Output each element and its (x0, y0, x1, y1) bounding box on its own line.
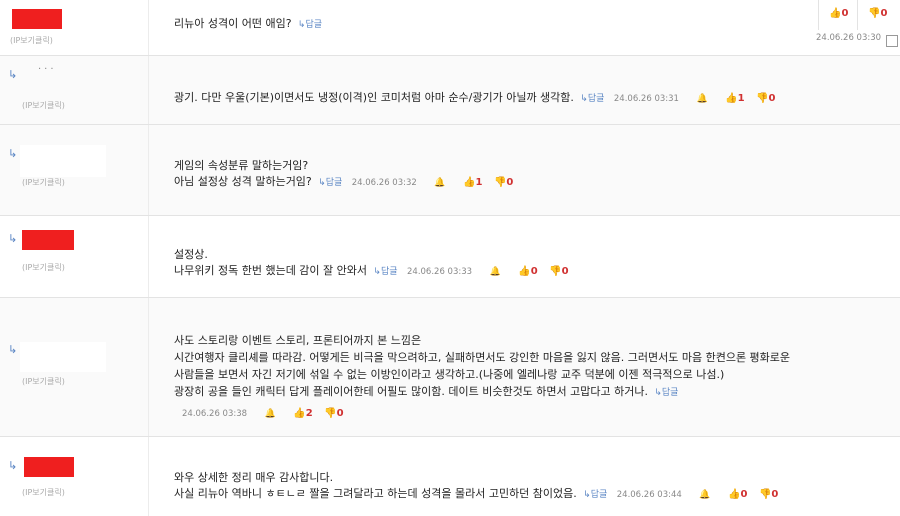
dislike-count: 0 (561, 266, 569, 277)
thumbs-up-icon[interactable]: 👍 (725, 93, 737, 104)
thumbs-down-icon[interactable]: 👎 (549, 266, 561, 277)
bell-icon[interactable]: 🔔 (490, 267, 501, 277)
reply-indent-arrow-icon: ↳ (8, 459, 18, 472)
comment-row: ↳ (IP보기클릭) 사도 스토리랑 이벤트 스토리, 프론티어까지 본 느낌은… (0, 298, 900, 437)
reply-indent-arrow-icon: ↳ (8, 343, 18, 356)
bell-icon[interactable]: 🔔 (434, 178, 445, 188)
comment-author-area: ↳ (IP보기클릭) (0, 216, 149, 297)
comment-text-line: 시간여행자 클리셰를 따라감. 어떻게든 비극을 막으려하고, 실패하면서도 강… (174, 351, 791, 364)
comment-date: 24.06.26 03:32 (351, 178, 417, 188)
comment-author-area: ↳ (IP보기클릭) (0, 125, 149, 215)
comment-row: ↳ (IP보기클릭) 설정상. 나무위키 정독 한번 했는데 감이 잘 안와서 … (0, 216, 900, 298)
comment-date: 24.06.26 03:33 (407, 267, 473, 277)
comment-text-line: 광장히 공을 들인 캐릭터 답게 플레이어한테 어필도 많이함. 데이트 비슷한… (174, 385, 648, 398)
comment-text-line: 설정상. (174, 248, 208, 261)
dislike-count: 0 (880, 8, 888, 19)
reply-button[interactable]: ↳답글 (315, 178, 342, 188)
bell-icon[interactable]: 🔔 (696, 94, 707, 104)
comment-date: 24.06.26 03:44 (616, 490, 682, 500)
reply-button[interactable]: ↳답글 (580, 490, 607, 500)
bell-icon[interactable]: 🔔 (265, 409, 276, 419)
reply-button[interactable]: ↳답글 (295, 20, 322, 30)
comment-text-line: 게임의 속성분류 말하는거임? (174, 159, 309, 172)
like-count: 1 (475, 177, 483, 188)
ip-view-link[interactable]: (IP보기클릭) (10, 35, 53, 46)
bell-icon[interactable]: 🔔 (699, 490, 710, 500)
like-count: 2 (305, 408, 313, 419)
comment-text-line: 사람들을 보면서 자긴 저기에 섞일 수 없는 이방인이라고 생각하고.(나중에… (174, 368, 725, 381)
thumbs-up-icon: 👍 (829, 8, 842, 19)
dislike-count: 0 (768, 93, 776, 104)
comment-text-line: 나무위키 정독 한번 했는데 감이 잘 안와서 (174, 264, 368, 277)
comment-row: ↳ (IP보기클릭) 게임의 속성분류 말하는거임? 아님 설정상 성격 말하는… (0, 125, 900, 216)
redacted-nickname (24, 457, 74, 477)
dislike-box[interactable]: 👎0 (857, 0, 900, 30)
comment-author-area: (IP보기클릭) (0, 0, 149, 55)
comment-text: 광기. 다만 우울(기본)이면서도 냉정(이격)인 코미처럼 아마 순수/광기가… (174, 91, 574, 104)
comment-text-line: 사실 리뉴아 역바니 ㅎㅌㄴㄹ 짤을 그려달라고 하는데 성격을 몰라서 고민하… (174, 487, 577, 500)
ip-view-link[interactable]: (IP보기클릭) (22, 262, 65, 273)
comment-row: (IP보기클릭) 리뉴아 성격이 어떤 애임? ↳답글 👍0 👎0 24.06.… (0, 0, 900, 56)
comment-text: 리뉴아 성격이 어떤 애임? (174, 17, 292, 30)
comment-content: 게임의 속성분류 말하는거임? 아님 설정상 성격 말하는거임? ↳답글 24.… (174, 158, 513, 191)
dislike-count: 0 (771, 489, 779, 500)
redacted-nickname (20, 145, 106, 177)
dislike-count: 0 (506, 177, 514, 188)
comment-row: ↳ ··· (IP보기클릭) 광기. 다만 우울(기본)이면서도 냉정(이격)인… (0, 56, 900, 125)
redacted-nickname (12, 9, 62, 29)
thumbs-up-icon[interactable]: 👍 (463, 177, 475, 188)
like-count: 0 (841, 8, 849, 19)
comment-text-line: 와우 상세한 정리 매우 감사합니다. (174, 471, 334, 484)
thumbs-down-icon[interactable]: 👎 (759, 489, 771, 500)
author-nickname: ··· (38, 64, 57, 75)
reply-indent-arrow-icon: ↳ (8, 68, 18, 81)
like-count: 0 (530, 266, 538, 277)
comment-content: 와우 상세한 정리 매우 감사합니다. 사실 리뉴아 역바니 ㅎㅌㄴㄹ 짤을 그… (174, 470, 778, 503)
comment-date: 24.06.26 03:38 (182, 409, 248, 419)
reply-indent-arrow-icon: ↳ (8, 147, 18, 160)
like-box[interactable]: 👍0 (818, 0, 857, 30)
thumbs-down-icon[interactable]: 👎 (324, 408, 336, 419)
comment-date: 24.06.26 03:31 (613, 94, 679, 104)
report-checkbox[interactable] (886, 35, 898, 47)
thumbs-up-icon[interactable]: 👍 (293, 408, 305, 419)
comment-author-area: ↳ ··· (IP보기클릭) (0, 56, 149, 124)
reply-indent-arrow-icon: ↳ (8, 232, 18, 245)
ip-view-link[interactable]: (IP보기클릭) (22, 100, 65, 111)
thumbs-up-icon[interactable]: 👍 (518, 266, 530, 277)
redacted-nickname (20, 342, 106, 372)
comment-content: 사도 스토리랑 이벤트 스토리, 프론티어까지 본 느낌은 시간여행자 클리셰를… (174, 332, 790, 423)
reply-button[interactable]: ↳답글 (371, 267, 397, 277)
comment-author-area: ↳ (IP보기클릭) (0, 298, 149, 436)
ip-view-link[interactable]: (IP보기클릭) (22, 376, 65, 387)
thumbs-up-icon[interactable]: 👍 (728, 489, 740, 500)
like-count: 1 (737, 93, 745, 104)
comment-date: 24.06.26 03:30 (816, 33, 882, 43)
ip-view-link[interactable]: (IP보기클릭) (22, 177, 65, 188)
thumbs-down-icon[interactable]: 👎 (494, 177, 506, 188)
comment-content: 설정상. 나무위키 정독 한번 했는데 감이 잘 안와서 ↳답글 24.06.2… (174, 247, 569, 280)
dislike-count: 0 (336, 408, 344, 419)
comment-row: ↳ (IP보기클릭) 와우 상세한 정리 매우 감사합니다. 사실 리뉴아 역바… (0, 437, 900, 516)
comment-author-area: ↳ (IP보기클릭) (0, 437, 149, 516)
comment-text-line: 사도 스토리랑 이벤트 스토리, 프론티어까지 본 느낌은 (174, 334, 422, 347)
reply-button[interactable]: ↳답글 (652, 388, 678, 398)
reply-button[interactable]: ↳답글 (577, 94, 604, 104)
comment-content: 광기. 다만 우울(기본)이면서도 냉정(이격)인 코미처럼 아마 순수/광기가… (174, 90, 776, 107)
redacted-nickname (22, 230, 74, 250)
thumbs-down-icon[interactable]: 👎 (756, 93, 768, 104)
ip-view-link[interactable]: (IP보기클릭) (22, 487, 65, 498)
like-count: 0 (740, 489, 748, 500)
comment-text-line: 아님 설정상 성격 말하는거임? (174, 175, 312, 188)
comment-content: 리뉴아 성격이 어떤 애임? ↳답글 (174, 16, 322, 33)
thumbs-down-icon: 👎 (868, 8, 881, 19)
